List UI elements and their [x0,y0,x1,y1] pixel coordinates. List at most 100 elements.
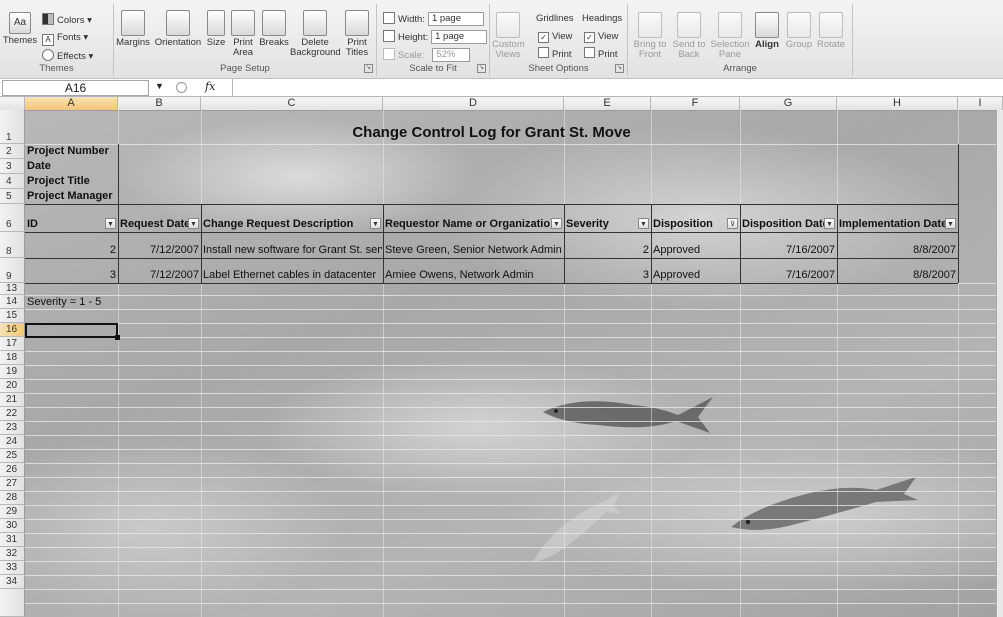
row-header[interactable]: 13 [0,283,25,295]
row-header[interactable]: 25 [0,449,25,463]
row-header[interactable]: 19 [0,365,25,379]
sheet-options-launcher-icon[interactable]: ↘ [615,64,624,73]
filter-dropdown-icon[interactable]: ▼ [188,218,199,229]
width-dropdown[interactable]: 1 page [427,12,484,27]
row-header[interactable]: 8 [0,232,25,258]
row-header[interactable]: 30 [0,519,25,533]
filter-dropdown-icon[interactable]: ▼ [551,218,562,229]
row-header[interactable]: 33 [0,561,25,575]
table-cell[interactable]: Approved [653,269,738,281]
row-header[interactable]: 17 [0,337,25,351]
row-header[interactable]: 1 [0,110,25,144]
table-cell[interactable]: 3 [564,269,649,281]
name-box-dropdown-icon[interactable]: ▼ [155,81,164,91]
column-header[interactable]: B [118,97,201,110]
row-header[interactable]: 15 [0,309,25,323]
row-header[interactable]: 24 [0,435,25,449]
gridlines-view-checkbox[interactable]: ✓ View [538,30,572,44]
headings-print-checkbox[interactable]: Print [584,47,618,61]
row-header[interactable]: 2 [0,144,25,159]
table-cell[interactable]: Approved [653,244,738,256]
scale-spinner[interactable]: 52% [432,48,471,63]
row-header[interactable]: 18 [0,351,25,365]
height-control[interactable]: Height: 1 page [383,30,488,45]
cancel-formula-icon[interactable] [176,82,187,93]
row-header[interactable]: 4 [0,174,25,189]
margins-button[interactable]: Margins [114,10,152,48]
filter-dropdown-icon[interactable]: ▼ [370,218,381,229]
column-header[interactable]: H [837,97,958,110]
column-header[interactable]: E [564,97,651,110]
table-cell[interactable]: Label Ethernet cables in datacenter [203,269,382,281]
custom-views-button[interactable]: Custom Views [492,12,525,60]
row-header[interactable]: 34 [0,575,25,589]
row-header[interactable]: 22 [0,407,25,421]
row-header[interactable]: 6 [0,204,25,232]
bring-to-front-button[interactable]: Bring to Front [632,12,668,60]
row-header[interactable]: 27 [0,477,25,491]
name-box[interactable]: A16 [2,80,149,96]
table-cell[interactable]: 3 [25,269,116,281]
column-header[interactable]: F [651,97,740,110]
table-cell[interactable]: 2 [25,244,116,256]
table-cell[interactable]: Amiee Owens, Network Admin [385,269,563,281]
row-header[interactable]: 31 [0,533,25,547]
filter-dropdown-icon[interactable]: ▼ [105,218,116,229]
selection-pane-button[interactable]: Selection Pane [710,12,750,60]
filter-dropdown-icon[interactable]: ▼ [824,218,835,229]
print-titles-button[interactable]: Print Titles [340,10,374,58]
formula-input[interactable] [236,81,999,94]
row-header[interactable]: 21 [0,393,25,407]
worksheet[interactable]: A B C D E F G H I 1 2 3 4 5 6 8 9 13 14 … [0,97,1003,617]
column-header[interactable]: G [740,97,837,110]
breaks-button[interactable]: Breaks [258,10,290,48]
vertical-scrollbar[interactable] [996,110,1003,617]
column-header[interactable]: C [201,97,383,110]
insert-function-icon[interactable]: fx [205,80,215,93]
column-header[interactable]: D [383,97,564,110]
row-header[interactable]: 23 [0,421,25,435]
effects-button[interactable]: Effects ▾ [42,49,93,63]
headings-view-checkbox[interactable]: ✓ View [584,30,618,44]
select-all-corner[interactable] [0,97,25,110]
colors-button[interactable]: Colors ▾ [42,13,92,27]
rotate-button[interactable]: Rotate [816,12,846,50]
table-cell[interactable]: Install new software for Grant St. serve… [203,244,382,256]
table-cell[interactable]: 7/16/2007 [740,269,835,281]
filter-dropdown-icon[interactable]: ▼ [638,218,649,229]
row-header[interactable]: 26 [0,463,25,477]
page-setup-launcher-icon[interactable]: ↘ [364,64,373,73]
table-cell[interactable]: 2 [564,244,649,256]
row-header[interactable]: 14 [0,295,25,309]
filter-dropdown-icon[interactable]: ▼ [945,218,956,229]
row-header[interactable]: 16 [0,323,25,337]
height-dropdown[interactable]: 1 page [431,30,488,45]
row-header[interactable]: 3 [0,159,25,174]
scale-launcher-icon[interactable]: ↘ [477,64,486,73]
column-header[interactable]: A [25,97,118,110]
table-cell[interactable]: 7/12/2007 [118,269,199,281]
row-header[interactable]: 5 [0,189,25,204]
table-cell[interactable]: 8/8/2007 [837,269,956,281]
themes-button[interactable]: Aa Themes [2,12,38,46]
send-to-back-button[interactable]: Send to Back [670,12,708,60]
severity-note[interactable]: Severity = 1 - 5 [27,296,177,308]
orientation-button[interactable]: Orientation [152,10,204,48]
row-header[interactable] [0,589,25,617]
column-header[interactable]: I [958,97,1003,110]
row-header[interactable]: 9 [0,258,25,283]
width-control[interactable]: Width: 1 page [383,12,484,27]
gridlines-print-checkbox[interactable]: Print [538,47,572,61]
group-button[interactable]: Group [784,12,814,50]
background-button[interactable]: Delete Background [290,10,341,58]
row-header[interactable]: 28 [0,491,25,505]
table-cell[interactable]: 7/16/2007 [740,244,835,256]
size-button[interactable]: Size [204,10,228,48]
table-cell[interactable]: Steve Green, Senior Network Admin [385,244,563,256]
filter-active-icon[interactable]: ⊽ [727,218,738,229]
align-button[interactable]: Align [752,12,782,50]
fonts-button[interactable]: A Fonts ▾ [42,31,88,46]
row-header[interactable]: 29 [0,505,25,519]
row-header[interactable]: 20 [0,379,25,393]
active-cell[interactable] [25,323,120,340]
